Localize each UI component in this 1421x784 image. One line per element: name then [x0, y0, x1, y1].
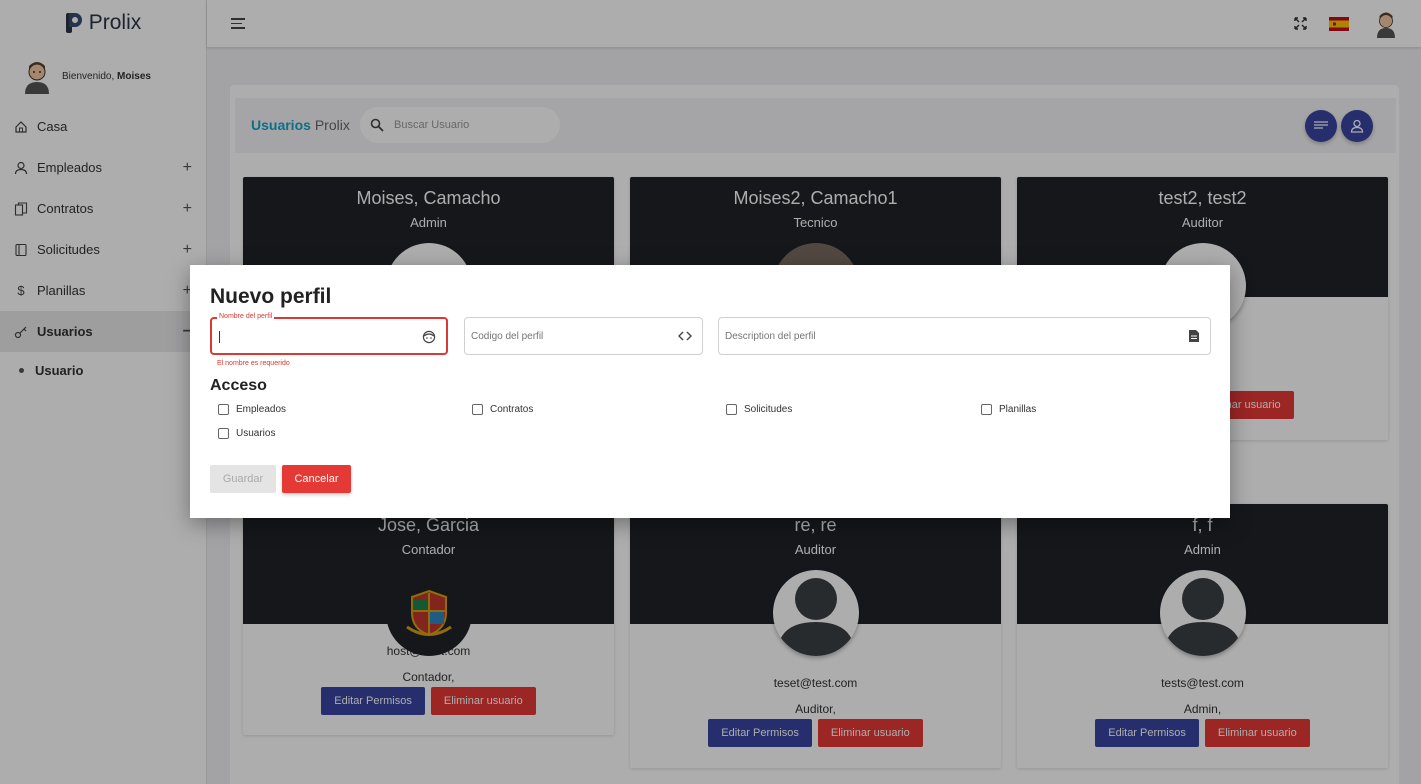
code-icon	[678, 331, 692, 341]
access-section-title: Acceso	[210, 377, 267, 394]
access-checkbox-contratos[interactable]: Contratos	[472, 404, 533, 415]
access-checkbox-solicitudes[interactable]: Solicitudes	[726, 404, 792, 415]
save-button[interactable]: Guardar	[210, 465, 276, 493]
profile-name-field[interactable]: Nombre del perfil	[210, 313, 448, 355]
profile-description-field[interactable]	[718, 317, 1211, 355]
new-profile-dialog: Nuevo perfil Nombre del perfil El nombre…	[190, 265, 1230, 518]
profile-code-field[interactable]	[464, 317, 703, 355]
profile-code-input[interactable]	[471, 326, 661, 346]
document-icon	[1189, 330, 1199, 342]
name-error-text: El nombre es requerido	[217, 360, 290, 367]
access-checkbox-planillas[interactable]: Planillas	[981, 404, 1036, 415]
profile-name-label: Nombre del perfil	[217, 313, 275, 320]
access-checkbox-usuarios[interactable]: Usuarios	[218, 428, 275, 439]
dialog-title: Nuevo perfil	[210, 285, 332, 308]
cancel-button[interactable]: Cancelar	[282, 465, 351, 493]
access-checkbox-empleados[interactable]: Empleados	[218, 404, 286, 415]
text-cursor	[219, 331, 220, 343]
face-icon	[422, 330, 436, 344]
profile-description-input[interactable]	[725, 326, 1118, 346]
profile-name-input[interactable]	[218, 327, 406, 347]
